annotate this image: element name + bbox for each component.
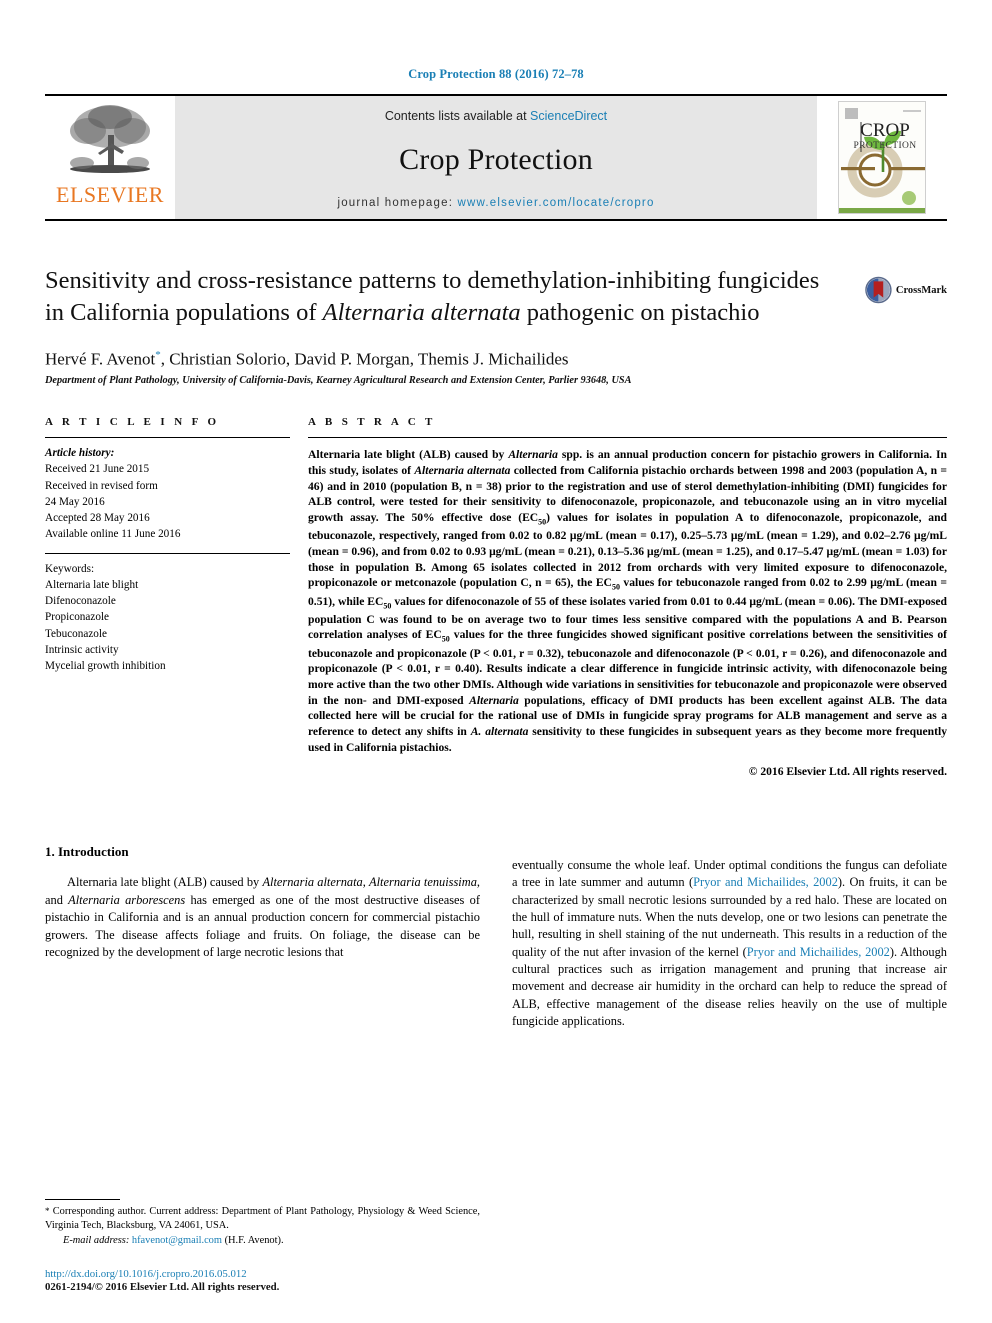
abs-italic: Alternaria xyxy=(469,693,519,707)
title-part-2: pathogenic on pistachio xyxy=(520,298,760,326)
article-page: Crop Protection 88 (2016) 72–78 ELSEVIER… xyxy=(0,0,992,1323)
abstract-copyright: © 2016 Elsevier Ltd. All rights reserved… xyxy=(748,765,947,779)
svg-text:PROTECTION: PROTECTION xyxy=(853,141,916,151)
homepage-prefix: journal homepage: xyxy=(337,197,458,209)
affiliation: Department of Plant Pathology, Universit… xyxy=(45,375,632,387)
info-abstract-region: A R T I C L E I N F O Article history: R… xyxy=(45,416,947,778)
doi-link[interactable]: http://dx.doi.org/10.1016/j.cropro.2016.… xyxy=(45,1268,480,1280)
keyword-item: Difenoconazole xyxy=(45,595,116,608)
contents-lists-line: Contents lists available at ScienceDirec… xyxy=(385,109,607,123)
journal-cover-thumbnail[interactable]: CROP PROTECTION xyxy=(838,101,926,214)
email-suffix: (H.F. Avenot). xyxy=(221,1234,284,1246)
citation-link[interactable]: Pryor and Michailides, 2002 xyxy=(747,945,890,959)
issn-copyright-line: 0261-2194/© 2016 Elsevier Ltd. All right… xyxy=(45,1281,280,1293)
footnote-text: Corresponding author. Current address: D… xyxy=(45,1205,480,1232)
doi-block: http://dx.doi.org/10.1016/j.cropro.2016.… xyxy=(45,1268,480,1293)
sciencedirect-link[interactable]: ScienceDirect xyxy=(530,109,607,123)
email-footnote: E-mail address: hfavenot@gmail.com (H.F.… xyxy=(45,1234,480,1248)
elsevier-logo: ELSEVIER xyxy=(45,96,175,219)
contents-prefix: Contents lists available at xyxy=(384,109,531,123)
article-info-heading: A R T I C L E I N F O xyxy=(45,416,220,429)
keywords-label: Keywords: xyxy=(45,563,95,576)
abs-italic: A. alternata xyxy=(470,725,529,739)
intro-italic: Alternaria arborescens xyxy=(68,892,186,907)
footnote-region: * Corresponding author. Current address:… xyxy=(45,1198,480,1293)
keyword-item: Alternaria late blight xyxy=(45,579,139,592)
body-column-right: eventually consume the whole leaf. Under… xyxy=(512,844,947,1042)
paper-title: Sensitivity and cross-resistance pattern… xyxy=(45,265,835,329)
abs-seg: Alternaria late blight (ALB) caused by xyxy=(308,448,509,462)
crossmark-icon xyxy=(865,276,892,304)
homepage-url-link[interactable]: www.elsevier.com/locate/cropro xyxy=(458,197,655,209)
author-list-rest: , Christian Solorio, David P. Morgan, Th… xyxy=(160,349,569,369)
abs-sub: 50 xyxy=(538,517,547,527)
crossmark-badge[interactable]: CrossMark xyxy=(865,267,947,313)
keywords-block: Keywords: Alternaria late blight Difenoc… xyxy=(45,554,290,674)
journal-masthead: ELSEVIER Contents lists available at Sci… xyxy=(45,94,947,221)
journal-banner: Contents lists available at ScienceDirec… xyxy=(175,96,817,219)
abstract-heading: A B S T R A C T xyxy=(308,416,436,429)
svg-text:CROP: CROP xyxy=(860,120,910,141)
elsevier-tree-icon xyxy=(70,105,150,173)
intro-seg: Alternaria late blight (ALB) caused by xyxy=(67,875,263,890)
intro-italic: Alternaria alternata xyxy=(262,875,363,890)
article-info-column: A R T I C L E I N F O Article history: R… xyxy=(45,416,290,778)
article-history-label: Article history: xyxy=(45,447,115,460)
journal-cover-block: CROP PROTECTION xyxy=(817,96,947,219)
running-head: Crop Protection 88 (2016) 72–78 xyxy=(408,67,584,81)
body-columns: 1. Introduction Alternaria late blight (… xyxy=(45,844,947,1042)
corresponding-author-footnote: * Corresponding author. Current address:… xyxy=(45,1205,480,1234)
abs-sub: 50 xyxy=(611,582,620,592)
crossmark-label: CrossMark xyxy=(895,284,947,296)
journal-homepage-line: journal homepage: www.elsevier.com/locat… xyxy=(337,197,654,209)
elsevier-wordmark: ELSEVIER xyxy=(56,182,164,207)
history-item: Received in revised form xyxy=(45,479,158,492)
introduction-paragraph-right: eventually consume the whole leaf. Under… xyxy=(512,857,947,1031)
abstract-text: Alternaria late blight (ALB) caused by A… xyxy=(308,438,947,755)
history-item: Accepted 28 May 2016 xyxy=(45,511,150,524)
email-label: E-mail address: xyxy=(63,1234,130,1246)
author-list: Hervé F. Avenot*, Christian Solorio, Dav… xyxy=(45,349,947,370)
abs-italic: Alternaria alternata xyxy=(414,464,511,478)
introduction-heading: 1. Introduction xyxy=(45,844,129,860)
article-history-block: Article history: Received 21 June 2015 R… xyxy=(45,438,290,542)
email-link[interactable]: hfavenot@gmail.com xyxy=(132,1235,222,1246)
keyword-item: Intrinsic activity xyxy=(45,643,119,656)
body-column-left: 1. Introduction Alternaria late blight (… xyxy=(45,844,480,1042)
intro-italic: Alternaria tenuissima xyxy=(369,875,477,890)
introduction-paragraph-left: Alternaria late blight (ALB) caused by A… xyxy=(45,874,480,961)
citation-link[interactable]: Pryor and Michailides, 2002 xyxy=(693,875,838,889)
cover-artwork: CROP PROTECTION xyxy=(839,102,925,213)
footnote-rule xyxy=(45,1198,120,1200)
abstract-column: A B S T R A C T Alternaria late blight (… xyxy=(308,416,947,778)
keyword-item: Propiconazole xyxy=(45,611,109,624)
abs-italic: Alternaria xyxy=(508,448,558,462)
abs-sub: 50 xyxy=(441,634,450,644)
journal-title: Crop Protection xyxy=(399,143,593,176)
keyword-item: Mycelial growth inhibition xyxy=(45,659,166,672)
keyword-item: Tebuconazole xyxy=(45,627,107,640)
history-item: Available online 11 June 2016 xyxy=(45,527,181,540)
title-area: Sensitivity and cross-resistance pattern… xyxy=(45,265,947,386)
history-item: 24 May 2016 xyxy=(45,495,105,508)
history-item: Received 21 June 2015 xyxy=(45,463,150,476)
author-corresponding: Hervé F. Avenot xyxy=(45,349,156,369)
title-species-italic: Alternaria alternata xyxy=(322,298,521,326)
